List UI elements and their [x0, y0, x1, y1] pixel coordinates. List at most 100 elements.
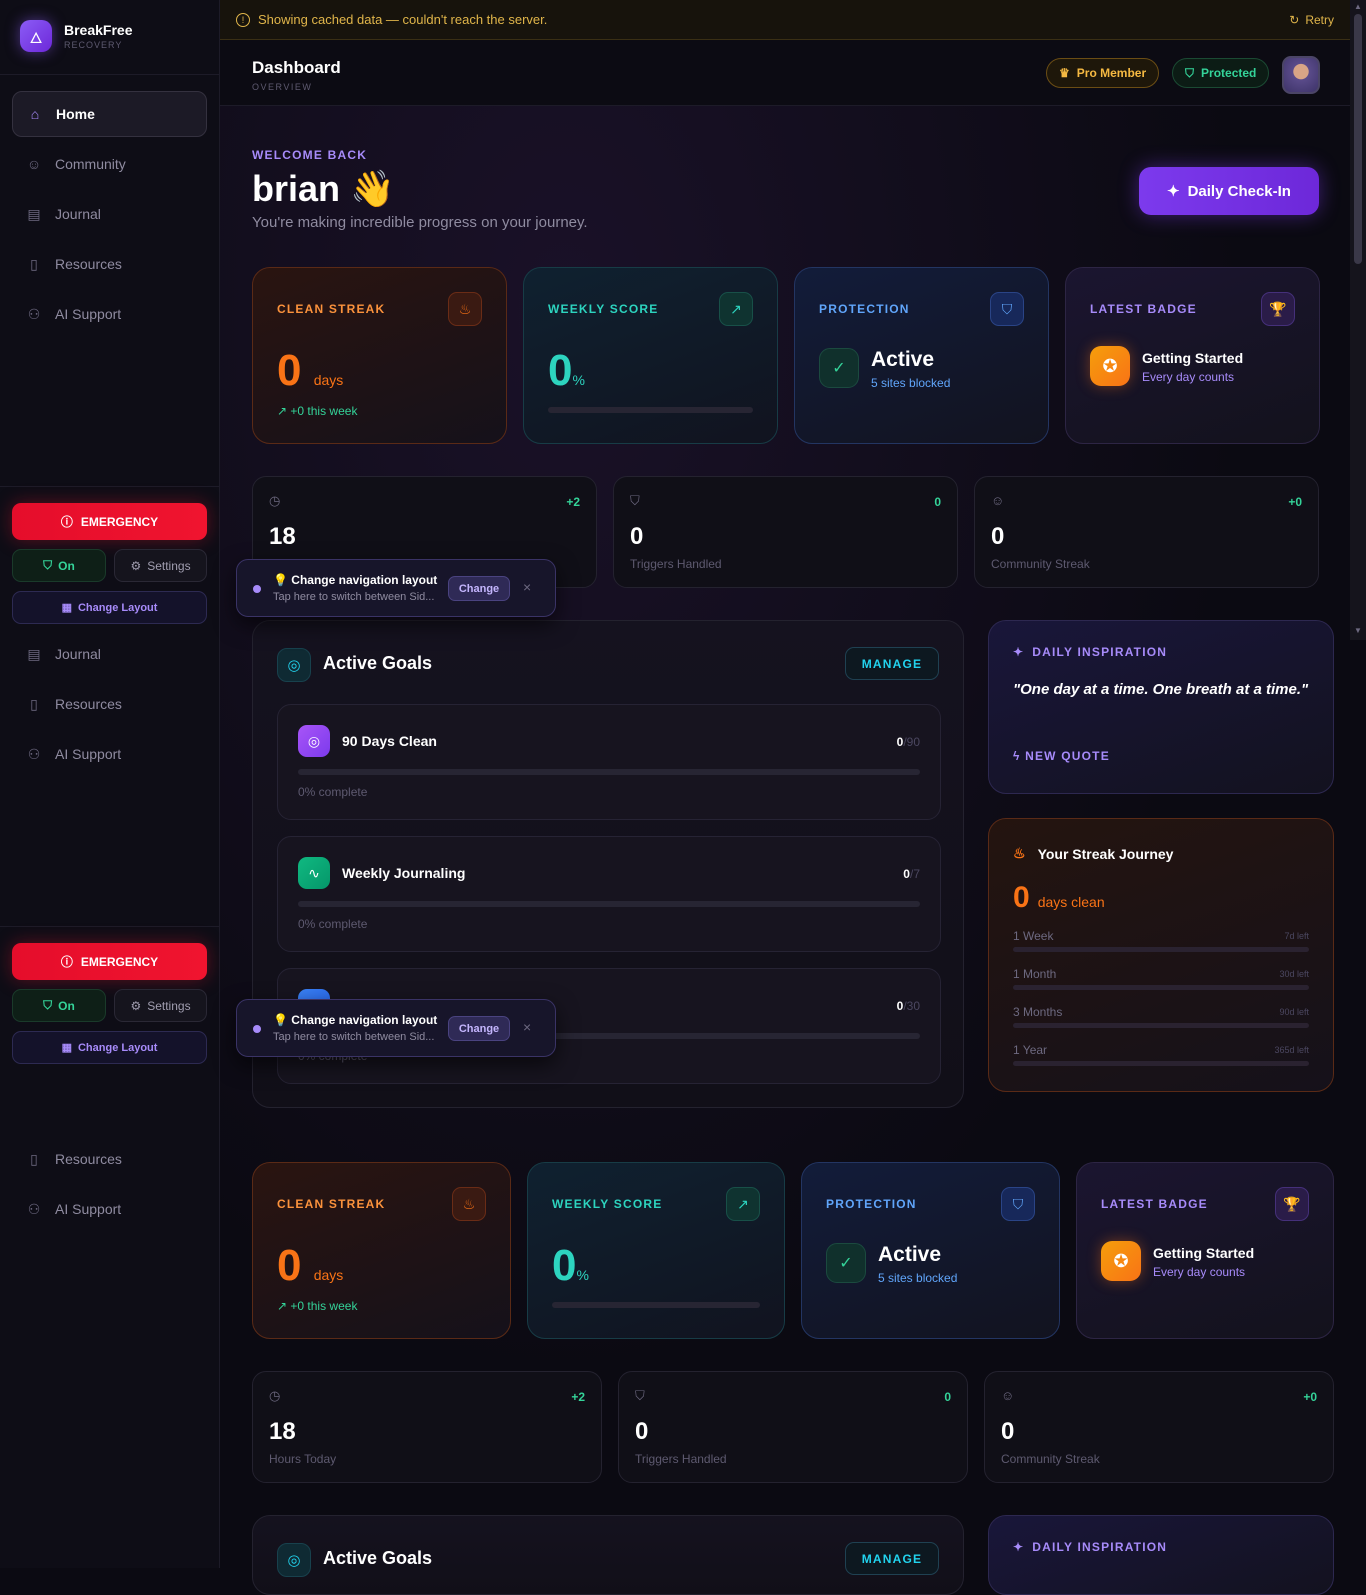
stat-delta: +0 — [1288, 495, 1302, 509]
user-avatar[interactable] — [1282, 56, 1320, 94]
protection-card[interactable]: PROTECTION ⛉ ✓ Active 5 sites blocked — [801, 1162, 1060, 1339]
refresh-icon: ↻ — [1289, 12, 1300, 27]
nav-community[interactable]: ☺ Community — [12, 141, 207, 187]
nav-ai-support[interactable]: ⚇ AI Support — [12, 1186, 207, 1232]
settings-button[interactable]: ⚙ Settings — [114, 549, 207, 582]
stat-label: Triggers Handled — [630, 557, 722, 571]
new-quote-button[interactable]: ϟ NEW QUOTE — [1013, 749, 1110, 763]
streak-value: 0 days — [277, 346, 343, 396]
latest-badge-card[interactable]: LATEST BADGE 🏆 ✪ Getting Started Every d… — [1065, 267, 1320, 444]
card-label: CLEAN STREAK — [277, 1197, 386, 1211]
emergency-button[interactable]: ⓘ EMERGENCY — [12, 503, 207, 540]
status-dot — [253, 585, 261, 593]
toast-change-button[interactable]: Change — [448, 1016, 510, 1041]
goal-target: /30 — [903, 999, 920, 1013]
scrollbar[interactable]: ▲ ▼ — [1350, 0, 1366, 640]
goal-progress-bar — [298, 769, 920, 775]
manage-goals-button[interactable]: MANAGE — [845, 1542, 939, 1575]
emergency-label: EMERGENCY — [80, 954, 159, 969]
card-label: LATEST BADGE — [1101, 1197, 1208, 1211]
users-icon: ☺ — [26, 156, 42, 172]
nav-journal[interactable]: ▤ Journal — [12, 191, 207, 237]
change-layout-label: Change Layout — [77, 1041, 158, 1054]
protection-card[interactable]: PROTECTION ⛉ ✓ Active 5 sites blocked — [794, 267, 1049, 444]
toast-desc: Tap here to switch between Sid... — [273, 591, 435, 603]
stat-value: 18 — [269, 523, 296, 550]
trophy-icon: 🏆 — [1275, 1187, 1309, 1221]
streak-unit: days — [313, 1267, 344, 1283]
goal-count: 0/90 — [897, 735, 920, 749]
card-label: WEEKLY SCORE — [548, 302, 659, 316]
close-icon[interactable]: × — [523, 1019, 531, 1035]
settings-label: Settings — [147, 998, 191, 1013]
scroll-up-icon[interactable]: ▲ — [1354, 2, 1362, 11]
book-icon: ▯ — [30, 255, 38, 272]
stat-value: 18 — [269, 1418, 296, 1445]
scrollbar-thumb[interactable] — [1354, 14, 1362, 264]
protected-label: Protected — [1201, 66, 1257, 80]
app-logo[interactable]: 🜂 BreakFree RECOVERY — [20, 20, 133, 52]
protection-detail: 5 sites blocked — [878, 1271, 958, 1285]
protected-badge[interactable]: ⛉ Protected — [1172, 58, 1270, 88]
stat-label: Hours Today — [269, 1452, 337, 1466]
nav-home[interactable]: ⌂ Home — [12, 91, 207, 137]
sparkles-icon: ✦ — [1013, 1540, 1025, 1554]
nav-ai-support[interactable]: ⚇ AI Support — [12, 291, 207, 337]
goal-count: 0/30 — [897, 999, 920, 1013]
gear-icon: ⚙ — [130, 998, 142, 1013]
inspiration-heading: ✦ DAILY INSPIRATION — [1013, 1540, 1167, 1554]
settings-button[interactable]: ⚙ Settings — [114, 989, 207, 1022]
score-number: 0 — [548, 346, 573, 395]
goal-item[interactable]: ∿ Weekly Journaling 0/7 0% complete — [277, 836, 941, 952]
goal-target: /90 — [903, 735, 920, 749]
protection-toggle[interactable]: ⛉ On — [12, 989, 106, 1022]
milestone: 1 Year 365d left — [1013, 1043, 1309, 1073]
protection-toggle[interactable]: ⛉ On — [12, 549, 106, 582]
nav-resources[interactable]: ▯ Resources — [12, 681, 207, 727]
weekly-score-card[interactable]: WEEKLY SCORE ↗ 0% — [527, 1162, 785, 1339]
week-text: +0 this week — [290, 404, 358, 418]
stat-value: 0 — [630, 523, 644, 550]
warning-icon: ! — [236, 12, 250, 27]
layout-toast[interactable]: 💡 Change navigation layout Tap here to s… — [236, 999, 556, 1057]
goal-item[interactable]: ◎ 90 Days Clean 0/90 0% complete — [277, 704, 941, 820]
stat-hours-today: ◷ +2 18 Hours Today — [252, 1371, 602, 1483]
weekly-score-card[interactable]: WEEKLY SCORE ↗ 0% — [523, 267, 778, 444]
user-name: brian — [252, 168, 341, 209]
stat-label: Community Streak — [991, 557, 1090, 571]
status-dot — [253, 1025, 261, 1033]
journal-icon: ▤ — [27, 205, 41, 222]
pro-member-badge[interactable]: ♛ Pro Member — [1046, 58, 1160, 88]
close-icon[interactable]: × — [523, 579, 531, 595]
clean-streak-card[interactable]: CLEAN STREAK ♨ 0 days ↗ +0 this week — [252, 267, 507, 444]
emergency-button[interactable]: ⓘ EMERGENCY — [12, 943, 207, 980]
grid-icon: ▦ — [61, 602, 72, 614]
milestone-bar — [1013, 1023, 1309, 1028]
nav-resources[interactable]: ▯ Resources — [12, 1136, 207, 1182]
divider — [0, 486, 220, 487]
nav-resources[interactable]: ▯ Resources — [12, 241, 207, 287]
latest-badge-card[interactable]: LATEST BADGE 🏆 ✪ Getting Started Every d… — [1076, 1162, 1334, 1339]
trend-up-icon: ↗ — [277, 404, 288, 418]
nav-label: Journal — [55, 646, 101, 662]
retry-button[interactable]: ↻ Retry — [1289, 13, 1334, 27]
manage-goals-button[interactable]: MANAGE — [845, 647, 939, 680]
scroll-down-icon[interactable]: ▼ — [1354, 626, 1362, 635]
layout-toast[interactable]: 💡 Change navigation layout Tap here to s… — [236, 559, 556, 617]
toast-change-button[interactable]: Change — [448, 576, 510, 601]
offline-banner: ! Showing cached data — couldn't reach t… — [220, 0, 1350, 40]
daily-checkin-button[interactable]: ✦ Daily Check-In — [1139, 167, 1319, 215]
grid-icon: ▦ — [61, 1042, 72, 1054]
flame-icon: ♨ — [452, 1187, 486, 1221]
badge-desc: Every day counts — [1153, 1265, 1246, 1279]
week-text: +0 this week — [290, 1299, 358, 1313]
flame-logo-icon: 🜂 — [20, 20, 52, 52]
milestone-bar — [1013, 985, 1309, 990]
change-layout-button[interactable]: ▦ Change Layout — [12, 591, 207, 624]
milestone-left: 90d left — [1279, 1007, 1309, 1017]
nav-ai-support[interactable]: ⚇ AI Support — [12, 731, 207, 777]
clean-streak-card[interactable]: CLEAN STREAK ♨ 0 days ↗ +0 this week — [252, 1162, 511, 1339]
change-layout-button[interactable]: ▦ Change Layout — [12, 1031, 207, 1064]
nav-journal[interactable]: ▤ Journal — [12, 631, 207, 677]
trend-up-icon: ↗ — [726, 1187, 760, 1221]
